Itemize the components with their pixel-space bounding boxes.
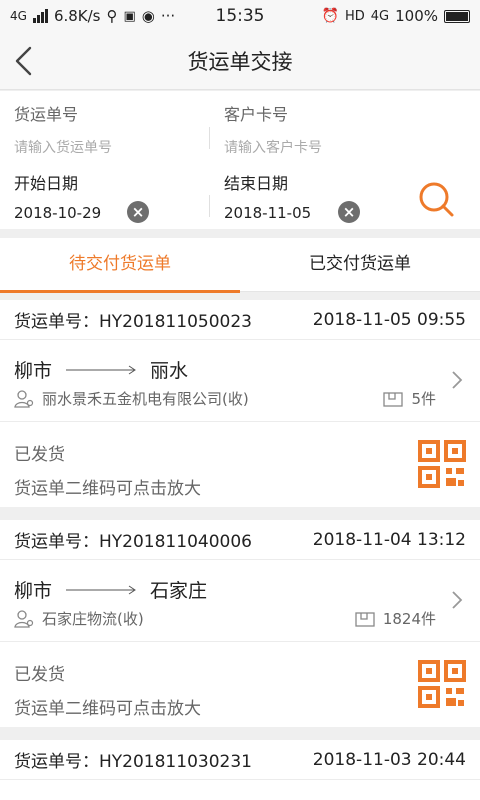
qr-code-icon[interactable]: [418, 660, 466, 708]
card-label: 客户卡号: [224, 105, 289, 124]
chevron-right-icon[interactable]: [450, 370, 464, 390]
piece-count: 5件: [383, 388, 436, 409]
waybill-label: 货运单号: [14, 105, 79, 124]
shipment-status: 已发货: [14, 445, 65, 465]
package-icon: [383, 391, 404, 407]
tab-pending[interactable]: 待交付货运单: [0, 238, 240, 293]
origin: 柳市: [14, 580, 53, 602]
receiver-name: 丽水景禾五金机电有限公司(收): [42, 390, 249, 408]
clear-start-date-icon[interactable]: ×: [127, 201, 149, 223]
package-icon: [355, 611, 375, 627]
route-arrow-icon: [66, 585, 136, 594]
qr-hint: 货运单二维码可点击放大: [14, 699, 201, 719]
shipment-status-row[interactable]: 已发货 货运单二维码可点击放大: [0, 421, 480, 507]
shipment-status: 已发货: [14, 665, 65, 685]
shipment-status-row[interactable]: 已发货 货运单二维码可点击放大: [0, 641, 480, 727]
order-card[interactable]: 货运单号：HY201811030231 2018-11-03 20:44: [0, 740, 480, 800]
order-header: 货运单号：HY201811050023 2018-11-05 09:55: [0, 300, 480, 340]
receiver: 丽水景禾五金机电有限公司(收): [14, 388, 249, 409]
waybill-field[interactable]: 货运单号 请输入货运单号: [14, 101, 204, 157]
destination: 石家庄: [150, 580, 208, 602]
order-datetime: 2018-11-04 13:12: [312, 529, 466, 550]
status-time: 15:35: [215, 6, 265, 26]
waybill-number: 货运单号：HY201811040006: [14, 532, 252, 552]
order-header: 货运单号：HY201811040006 2018-11-04 13:12: [0, 520, 480, 560]
user-location-icon: [14, 389, 34, 408]
piece-count-text: 5件: [411, 390, 436, 408]
status-bar: 4G 6.8K/s ⚲ ▣ ◉ ··· 15:35 ⏰ HD 4G 100%: [0, 0, 480, 32]
battery-icon: [444, 9, 470, 23]
order-datetime: 2018-11-03 20:44: [312, 749, 466, 770]
end-date-label: 结束日期: [224, 174, 289, 193]
nav-bar: 货运单交接: [0, 32, 480, 90]
card-field[interactable]: 客户卡号 请输入客户卡号: [224, 101, 424, 157]
piece-count-text: 1824件: [382, 610, 436, 628]
field-divider: [209, 195, 210, 217]
page-title: 货运单交接: [187, 49, 293, 74]
receiver: 石家庄物流(收): [14, 608, 144, 629]
order-datetime: 2018-11-05 09:55: [312, 309, 466, 330]
route-arrow-icon: [66, 365, 136, 374]
destination: 丽水: [150, 360, 189, 382]
search-icon[interactable]: [414, 177, 458, 221]
waybill-number: 货运单号：HY201811030231: [14, 752, 252, 772]
card-input[interactable]: 请输入客户卡号: [224, 137, 424, 157]
field-divider: [209, 127, 210, 149]
start-date-value[interactable]: 2018-10-29: [14, 204, 101, 222]
receiver-name: 石家庄物流(收): [42, 610, 144, 628]
chevron-right-icon[interactable]: [450, 590, 464, 610]
route: 柳市 石家庄: [14, 576, 207, 603]
order-card[interactable]: 货运单号：HY201811050023 2018-11-05 09:55 柳市 …: [0, 300, 480, 421]
piece-count: 1824件: [355, 608, 436, 629]
start-date-label: 开始日期: [14, 174, 79, 193]
tab-delivered[interactable]: 已交付货运单: [240, 238, 480, 292]
origin: 柳市: [14, 360, 53, 382]
user-location-icon: [14, 609, 34, 628]
waybill-number: 货运单号：HY201811050023: [14, 312, 252, 332]
route: 柳市 丽水: [14, 356, 188, 383]
qr-code-icon[interactable]: [418, 440, 466, 488]
end-date-value[interactable]: 2018-11-05: [224, 204, 311, 222]
filter-panel: 货运单号 请输入货运单号 客户卡号 请输入客户卡号 开始日期 2018-10-2…: [0, 91, 480, 229]
clear-end-date-icon[interactable]: ×: [338, 201, 360, 223]
order-card[interactable]: 货运单号：HY201811040006 2018-11-04 13:12 柳市 …: [0, 520, 480, 641]
qr-hint: 货运单二维码可点击放大: [14, 479, 201, 499]
back-arrow-icon[interactable]: [8, 42, 44, 80]
waybill-input[interactable]: 请输入货运单号: [14, 137, 204, 157]
tab-bar: 待交付货运单 已交付货运单: [0, 238, 480, 293]
order-header: 货运单号：HY201811030231 2018-11-03 20:44: [0, 740, 480, 780]
